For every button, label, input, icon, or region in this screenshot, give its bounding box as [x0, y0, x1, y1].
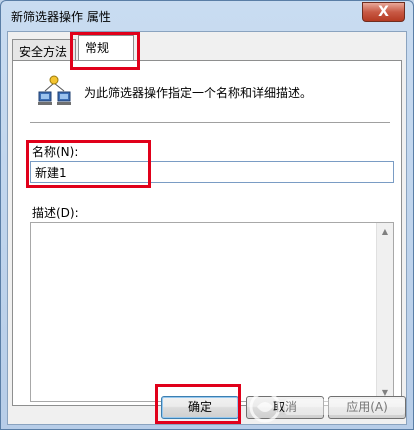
ok-button[interactable]: 确定 — [161, 396, 239, 419]
description-label: 描述(D): — [32, 206, 79, 220]
description-textarea[interactable]: ▲ ▼ — [30, 222, 394, 402]
title-bar: 新筛选器操作 属性 X — [1, 1, 413, 31]
tab-security-methods[interactable]: 安全方法 — [12, 39, 76, 61]
divider — [30, 122, 390, 123]
intro-description: 为此筛选器操作指定一个名称和详细描述。 — [84, 86, 313, 100]
name-input[interactable] — [30, 161, 394, 183]
name-label: 名称(N): — [32, 145, 79, 159]
tab-general[interactable]: 常规 — [78, 35, 134, 62]
close-icon: X — [378, 4, 389, 20]
description-scrollbar[interactable]: ▲ ▼ — [376, 223, 393, 401]
tab-general-label: 常规 — [85, 41, 110, 55]
properties-dialog: 新筛选器操作 属性 X 安全方法 常规 为此筛选器操作指定一个名称和详细描述。 … — [0, 0, 414, 430]
scroll-up-icon[interactable]: ▲ — [377, 223, 393, 240]
tab-security-methods-label: 安全方法 — [19, 45, 68, 59]
network-computers-icon — [38, 75, 71, 105]
window-title: 新筛选器操作 属性 — [11, 10, 111, 24]
watermark-logo — [249, 391, 405, 423]
close-button[interactable]: X — [362, 2, 405, 22]
dialog-client: 安全方法 常规 为此筛选器操作指定一个名称和详细描述。 名称(N): 描述(D)… — [7, 31, 407, 425]
